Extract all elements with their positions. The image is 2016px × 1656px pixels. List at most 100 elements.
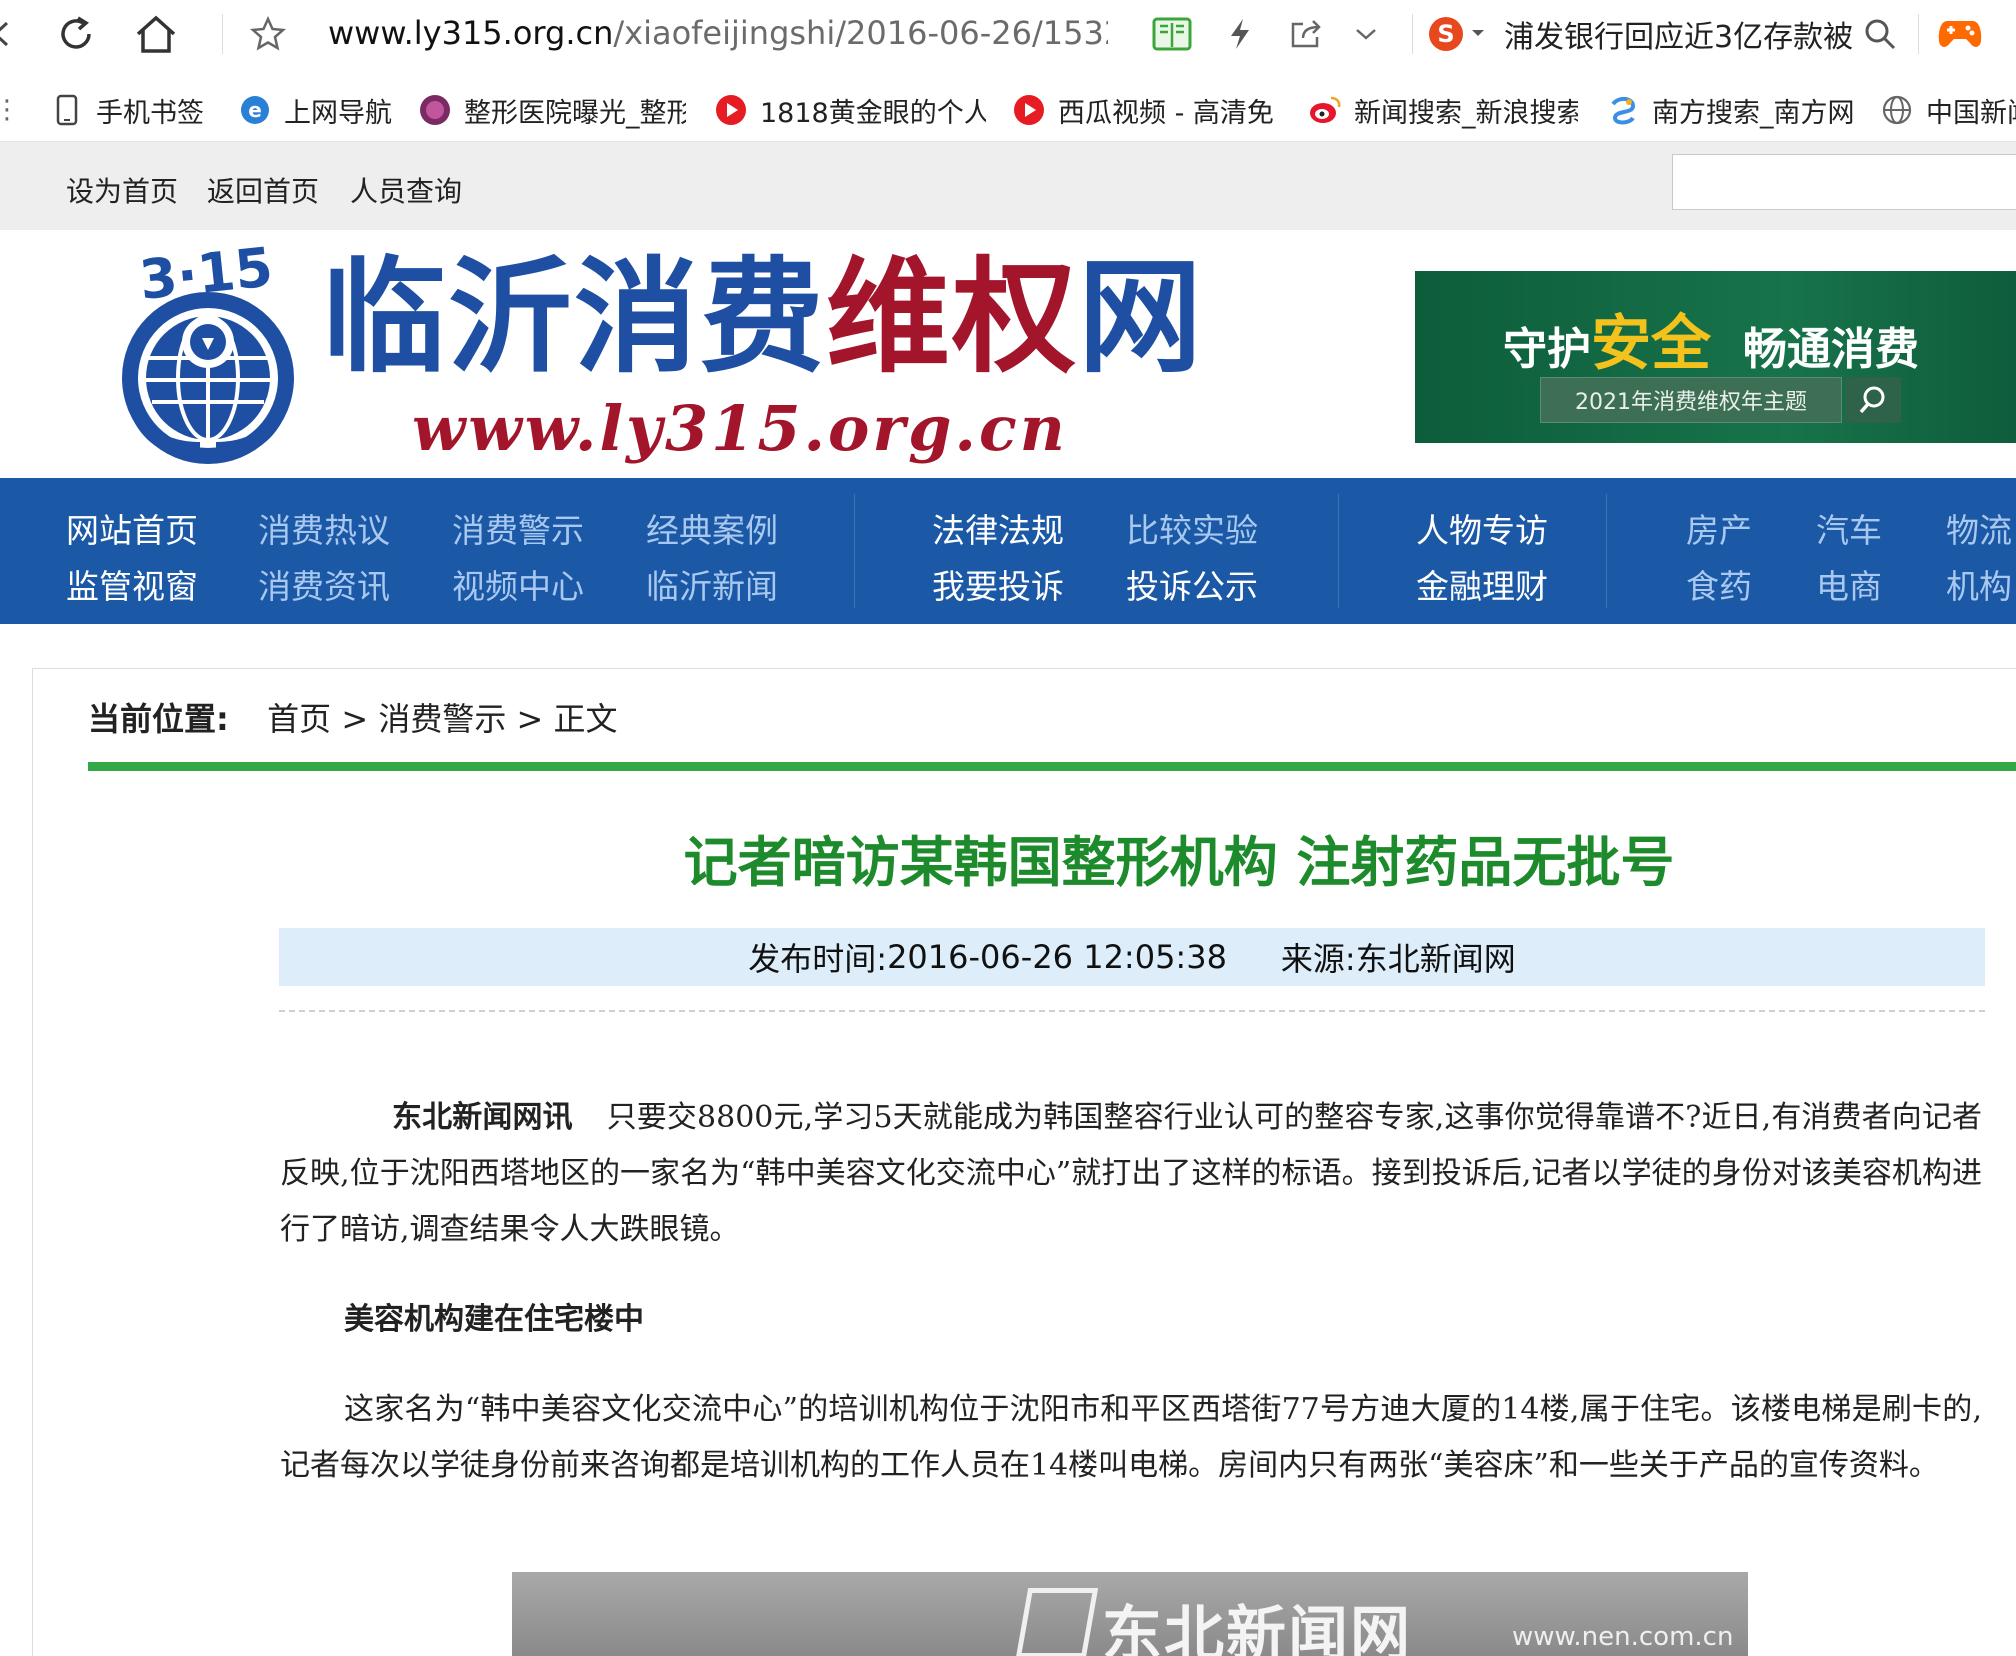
ie-icon: e (238, 93, 272, 127)
bookmark-label: 中国新闻 (1926, 97, 2016, 129)
breadcrumb-home[interactable]: 首页 (267, 700, 331, 738)
site-logo[interactable]: 3·15 (104, 235, 314, 472)
article-subheading: 美容机构建在住宅楼中 (344, 1302, 644, 1337)
breadcrumb-current: 正文 (553, 700, 618, 738)
site-title-part2: 网 (1078, 246, 1205, 390)
nav-supervision[interactable]: 监管视窗 (66, 560, 198, 608)
set-homepage-link[interactable]: 设为首页 (66, 170, 178, 210)
globe-icon (1880, 93, 1914, 127)
bookmark-item[interactable]: 手机书签 (50, 88, 230, 132)
site-title-part1: 临沂消费 (322, 246, 827, 390)
bookmark-item[interactable]: 新闻搜索_新浪搜索 (1308, 88, 1578, 132)
nav-institutions[interactable]: 机构 (1946, 560, 2012, 608)
article-lead: 东北新闻网讯 (392, 1100, 573, 1135)
nav-real-estate[interactable]: 房产 (1686, 504, 1752, 552)
svg-text:S: S (1437, 20, 1454, 48)
back-home-link[interactable]: 返回首页 (207, 170, 319, 210)
main-navigation: 网站首页 监管视窗 消费热议 消费警示 经典案例 消费资讯 视频中心 临沂新闻 … (0, 478, 2016, 624)
nav-video-center[interactable]: 视频中心 (452, 560, 584, 608)
nav-classic-cases[interactable]: 经典案例 (646, 504, 778, 552)
breadcrumb-separator: > (516, 700, 544, 738)
nav-automobile[interactable]: 汽车 (1816, 504, 1882, 552)
browser-search-input[interactable]: 浦发银行回应近3亿存款被 (1504, 12, 1854, 56)
breadcrumb: 当前位置: 首页 > 消费警示 > 正文 (88, 694, 618, 740)
weibo-icon (1308, 93, 1342, 127)
reader-mode-icon[interactable] (1144, 6, 1200, 62)
bookmark-label: 1818黄金眼的个人 (760, 97, 986, 129)
article-paragraph: 这家名为“韩中美容文化交流中心”的培训机构位于沈阳市和平区西塔街77号方迪大厦的… (280, 1392, 1982, 1483)
video-play-icon (714, 93, 748, 127)
photo-watermark-url: www.nen.com.cn (1512, 1622, 1734, 1652)
browser-toolbar: www.ly315.org.cn/xiaofeijingshi/2016-06-… (0, 0, 2016, 68)
reload-icon[interactable] (48, 6, 104, 62)
consumer-rights-banner[interactable]: 守护安全 畅通消费 2021年消费维权年主题 (1415, 271, 2016, 443)
search-icon (1845, 377, 1901, 423)
plastic-surgery-site-icon (418, 93, 452, 127)
nav-interviews[interactable]: 人物专访 (1416, 504, 1548, 552)
back-arrow-icon[interactable] (0, 6, 28, 62)
logo-315-text: 3·15 (137, 246, 276, 312)
source-label: 来源: (1280, 940, 1356, 978)
nav-comparison-tests[interactable]: 比较实验 (1126, 504, 1258, 552)
article-meta: 发布时间: 2016-06-26 12:05:38 来源: 东北新闻网 (279, 928, 1985, 986)
article-body: 东北新闻网讯 只要交8800元,学习5天就能成为韩国整容行业认可的整容专家,这事你… (280, 1090, 1982, 1494)
breadcrumb-label: 当前位置: (88, 700, 229, 738)
bookmarks-bar: ⋮ 手机书签 e 上网导航 整形医院曝光_整形 1818黄金眼的个人 西瓜视频 … (0, 78, 2016, 142)
banner-slogan-a: 守护 (1503, 324, 1591, 375)
nav-linyi-news[interactable]: 临沂新闻 (646, 560, 778, 608)
gamepad-icon[interactable] (1932, 6, 1988, 62)
breadcrumb-consumer-warnings[interactable]: 消费警示 (378, 700, 506, 738)
nav-complaint-notices[interactable]: 投诉公示 (1126, 560, 1258, 608)
nav-logistics[interactable]: 物流 (1946, 504, 2012, 552)
lightning-icon[interactable] (1212, 6, 1268, 62)
nav-home[interactable]: 网站首页 (66, 504, 198, 552)
bookmark-label: 新闻搜索_新浪搜索 (1354, 97, 1578, 129)
nav-hot-topics[interactable]: 消费热议 (258, 504, 390, 552)
star-bookmark-icon[interactable] (240, 6, 296, 62)
nav-consumer-news[interactable]: 消费资讯 (258, 560, 390, 608)
chevron-down-icon[interactable] (1338, 6, 1394, 62)
bookmark-item[interactable]: e 上网导航 (238, 88, 398, 132)
bookmark-item[interactable]: 整形医院曝光_整形 (418, 88, 686, 132)
staff-lookup-link[interactable]: 人员查询 (350, 170, 462, 210)
article-paragraph: 东北新闻网讯 只要交8800元,学习5天就能成为韩国整容行业认可的整容专家,这事你… (280, 1090, 1982, 1258)
site-url-text: www.ly315.org.cn (412, 392, 1068, 465)
nav-consumer-warnings[interactable]: 消费警示 (452, 504, 584, 552)
phone-icon (50, 93, 84, 127)
publish-time: 2016-06-26 12:05:38 (887, 938, 1227, 976)
nav-ecommerce[interactable]: 电商 (1816, 560, 1882, 608)
site-title-highlight: 维权 (826, 246, 1079, 390)
watermark-logo-icon (1015, 1588, 1099, 1656)
site-title: 临沂消费维权网 (322, 248, 1204, 388)
sogou-search-engine-icon[interactable]: S (1422, 6, 1492, 62)
banner-slogan: 守护安全 畅通消费 (1503, 295, 1919, 382)
bookmarks-overflow-edge[interactable]: ⋮ (0, 88, 20, 132)
svg-text:e: e (248, 98, 262, 122)
search-icon[interactable] (1852, 6, 1908, 62)
url-host: www.ly315.org.cn (328, 14, 614, 52)
nav-food-drug[interactable]: 食药 (1686, 560, 1752, 608)
southcn-icon (1606, 93, 1640, 127)
banner-slogan-highlight: 安全 (1591, 309, 1711, 379)
banner-theme: 2021年消费维权年主题 (1540, 377, 1842, 423)
bookmark-item[interactable]: 南方搜索_南方网 (1606, 88, 1858, 132)
nav-finance[interactable]: 金融理财 (1416, 560, 1548, 608)
article-source: 东北新闻网 (1355, 940, 1516, 978)
address-bar[interactable]: www.ly315.org.cn/xiaofeijingshi/2016-06-… (328, 14, 1108, 52)
article-photo[interactable]: 东北新闻网 www.nen.com.cn (512, 1572, 1748, 1656)
share-icon[interactable] (1278, 6, 1334, 62)
nav-laws[interactable]: 法律法规 (932, 504, 1064, 552)
breadcrumb-separator: > (341, 700, 369, 738)
home-icon[interactable] (128, 6, 184, 62)
nav-file-complaint[interactable]: 我要投诉 (932, 560, 1064, 608)
bookmark-label: 南方搜索_南方网 (1652, 97, 1855, 129)
bookmark-item[interactable]: 1818黄金眼的个人 (714, 88, 986, 132)
bookmark-item[interactable]: 中国新闻 (1880, 88, 2016, 132)
meta-divider (279, 1010, 1985, 1012)
site-search-input[interactable] (1672, 154, 2016, 210)
publish-label: 发布时间: (748, 940, 888, 978)
section-divider (88, 762, 2016, 771)
url-path: /xiaofeijingshi/2016-06-26/1532.h (613, 14, 1108, 52)
photo-watermark: 东北新闻网 (1102, 1600, 1412, 1656)
bookmark-item[interactable]: 西瓜视频 - 高清免 (1012, 88, 1282, 132)
